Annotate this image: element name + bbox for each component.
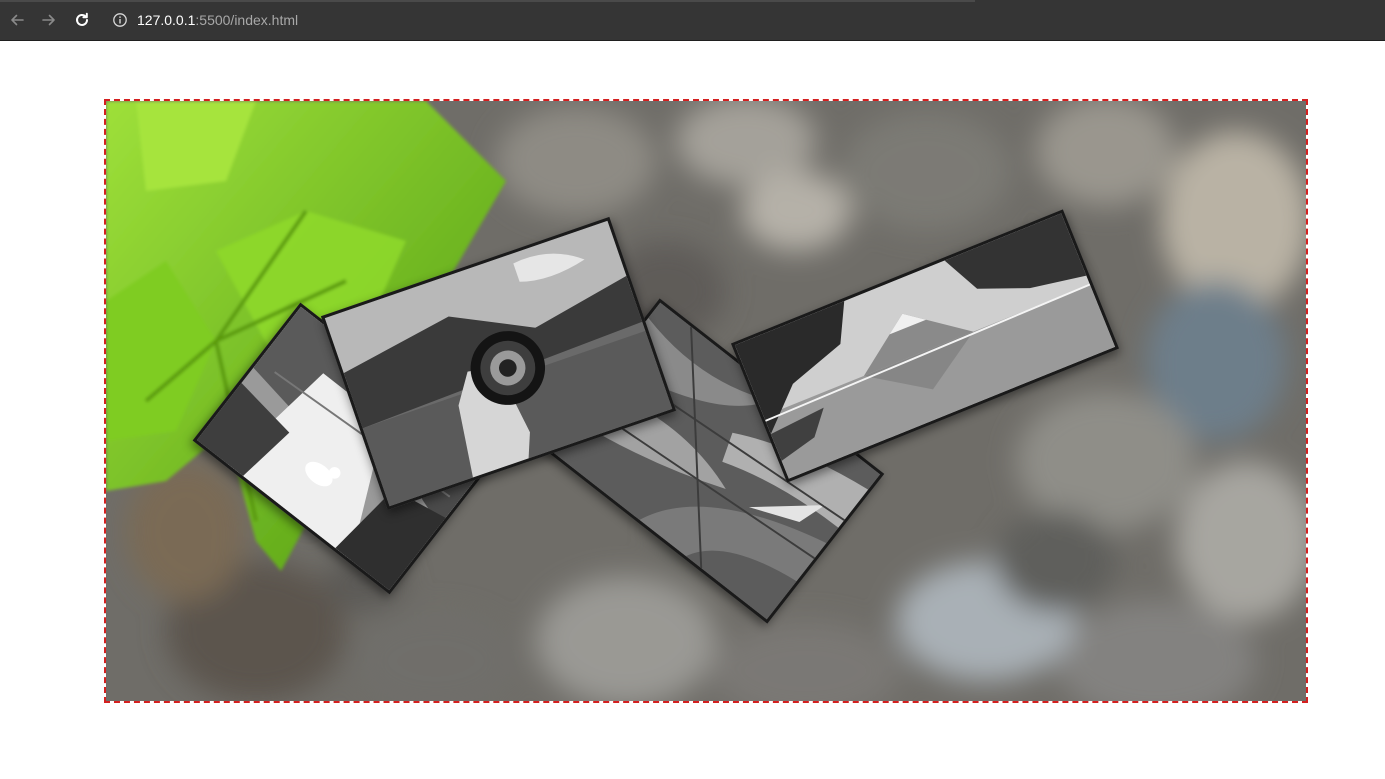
browser-toolbar: 127.0.0.1:5500/index.html (0, 0, 1385, 41)
info-icon[interactable] (112, 12, 128, 28)
url-text[interactable]: 127.0.0.1:5500/index.html (137, 12, 298, 28)
arrow-left-icon (11, 14, 24, 26)
arrow-right-icon (42, 14, 55, 26)
back-button[interactable] (6, 9, 28, 31)
gallery-container (104, 99, 1308, 703)
reload-button[interactable] (71, 9, 93, 31)
url-path: :5500/index.html (195, 12, 299, 28)
url-host: 127.0.0.1 (137, 12, 196, 28)
reload-icon (76, 12, 88, 26)
address-bar[interactable]: 127.0.0.1:5500/index.html (112, 9, 298, 31)
forward-button[interactable] (38, 9, 60, 31)
tab-strip (0, 0, 975, 2)
